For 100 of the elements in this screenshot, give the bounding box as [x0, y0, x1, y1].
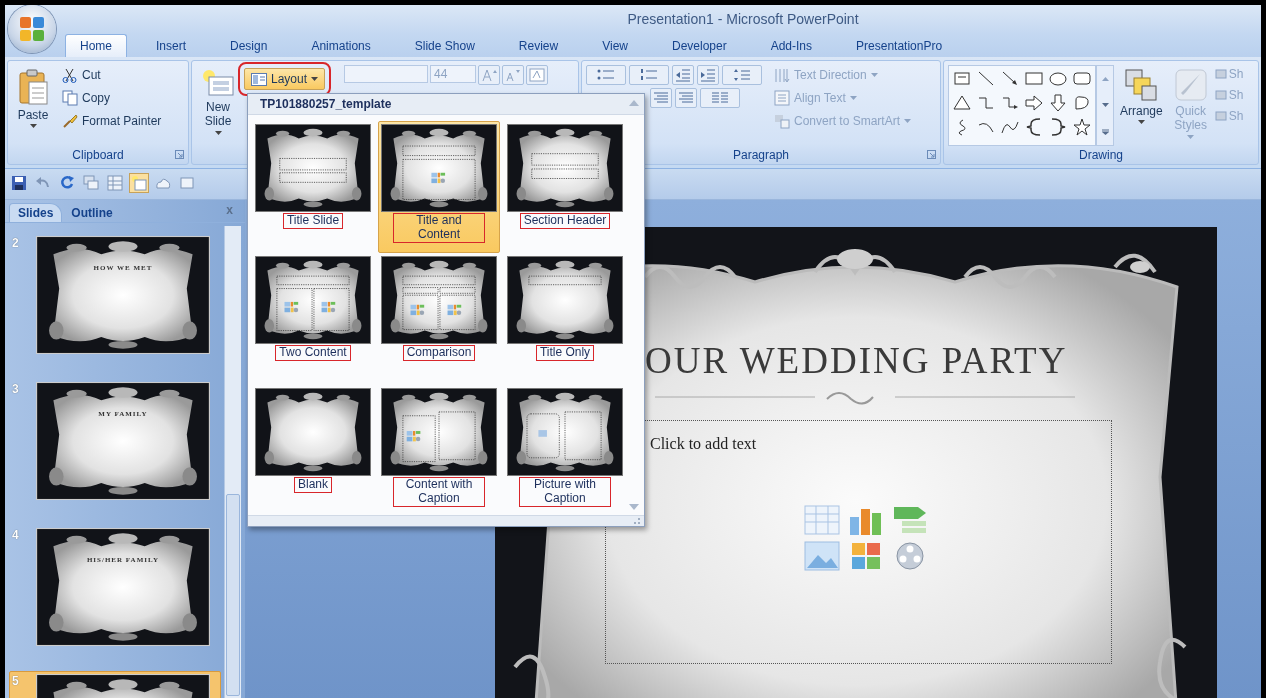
ribbon-tab[interactable]: Developer [656, 34, 742, 57]
scroll-down-icon [629, 504, 639, 510]
caret-icon [1187, 134, 1195, 139]
shape-icon [1001, 70, 1019, 88]
toolbar-button[interactable] [105, 173, 125, 193]
ribbon-tab[interactable]: Design [215, 34, 283, 57]
slide-number: 5 [12, 674, 20, 688]
shrink-font-icon [505, 68, 521, 82]
paintbrush-icon [62, 113, 78, 129]
numbering-button[interactable] [629, 65, 669, 85]
increase-indent-button[interactable] [697, 65, 719, 85]
indent-icon [700, 68, 716, 82]
slide-thumbnail[interactable] [36, 236, 210, 354]
clear-formatting-button[interactable] [526, 65, 548, 85]
shape-icon [1049, 94, 1067, 112]
layout-option[interactable]: Title Slide [252, 121, 374, 253]
caret-icon [214, 130, 222, 135]
brush-icon [1173, 68, 1208, 102]
grow-font-icon [481, 68, 497, 82]
scroll-up-icon [629, 100, 639, 106]
save-button[interactable] [9, 173, 29, 193]
shape-icon [1001, 94, 1019, 112]
insert-smartart-icon[interactable] [892, 505, 928, 535]
slide-thumbnail[interactable] [36, 528, 210, 646]
line-spacing-icon [733, 68, 751, 82]
shape-icon [1025, 70, 1043, 88]
office-button[interactable] [8, 5, 56, 53]
pane-tab[interactable]: Outline [62, 203, 122, 222]
new-slide-icon [131, 175, 147, 191]
cut-button[interactable]: Cut [58, 65, 166, 85]
up-arrow-icon [1101, 77, 1109, 82]
copy-icon [62, 90, 78, 106]
align-right-button[interactable] [650, 88, 672, 108]
insert-picture-icon[interactable] [804, 541, 840, 571]
down-arrow-icon [1101, 103, 1109, 108]
new-slide-icon [201, 68, 235, 98]
caret-icon [1137, 120, 1145, 125]
arrange-button[interactable]: Arrange [1115, 65, 1168, 146]
slide-number: 2 [12, 236, 20, 250]
toolbar-button[interactable] [81, 173, 101, 193]
clipboard-icon [17, 68, 49, 106]
resize-grip-icon [633, 517, 641, 525]
layout-icon [251, 72, 267, 86]
layout-gallery-menu[interactable]: TP101880257_template Title Slide Title and Content Section Header Two Content Comparison Title Only Blank Content with Caption Picture with Caption [247, 93, 645, 527]
layout-option[interactable]: Title Only [504, 253, 626, 385]
ribbon-tab[interactable]: View [587, 34, 643, 57]
decrease-indent-button[interactable] [672, 65, 694, 85]
caret-icon [870, 73, 878, 77]
slide-title[interactable]: OUR WEDDING PARTY [645, 339, 1068, 382]
ribbon-tab[interactable]: Slide Show [399, 34, 490, 57]
slide-number: 3 [12, 382, 20, 396]
justify-button[interactable] [675, 88, 697, 108]
layout-option[interactable]: Blank [252, 385, 374, 517]
caret-icon [311, 77, 319, 81]
layout-option[interactable]: Two Content [252, 253, 374, 385]
layout-option[interactable]: Title and Content [378, 121, 500, 253]
insert-table-icon[interactable] [804, 505, 840, 535]
line-spacing-button[interactable] [722, 65, 762, 85]
shape-icon [953, 70, 971, 88]
copy-button[interactable]: Copy [58, 88, 166, 108]
shape-icon [977, 70, 995, 88]
align-icon [678, 91, 694, 105]
ribbon-tab[interactable]: Home [65, 34, 127, 57]
shrink-font-button[interactable] [502, 65, 524, 85]
shape-icon [977, 94, 995, 112]
shape-icon [1049, 70, 1067, 88]
columns-button[interactable] [700, 88, 740, 108]
dialog-launcher-icon [175, 150, 184, 159]
scrollbar[interactable] [224, 226, 241, 698]
shape-icon [1025, 118, 1043, 136]
bullets-button[interactable] [586, 65, 626, 85]
caret-icon [849, 96, 857, 100]
new-slide-button[interactable]: New Slide [196, 65, 240, 146]
ribbon-tab[interactable]: Insert [141, 34, 202, 57]
align-text-icon [774, 90, 790, 106]
ribbon-tab[interactable]: Review [503, 34, 574, 57]
shape-icon [1025, 94, 1043, 112]
format-painter-button[interactable]: Format Painter [58, 111, 166, 131]
slide-thumbnail[interactable] [36, 382, 210, 500]
font-name-field[interactable] [344, 65, 428, 83]
placeholder-text: Click to add text [650, 435, 757, 453]
office-logo-icon [19, 16, 45, 42]
slide-number: 4 [12, 528, 20, 542]
dialog-launcher-icon [927, 150, 936, 159]
more-icon [1101, 128, 1109, 135]
group-label: Drawing [1079, 148, 1123, 162]
slides-icon [83, 175, 99, 191]
text-direction-icon [774, 67, 790, 83]
indent-icon [675, 68, 691, 82]
grow-font-button[interactable] [478, 65, 500, 85]
ribbon-tab[interactable]: Add-Ins [755, 34, 828, 57]
columns-icon [711, 91, 729, 105]
ribbon-tab[interactable]: Animations [296, 34, 386, 57]
shape-icon [1049, 118, 1067, 136]
new-slide-toolbar-button[interactable] [129, 173, 149, 193]
ribbon-tab[interactable]: PresentationPro [841, 34, 958, 57]
paste-button[interactable]: Paste [12, 65, 54, 146]
rectangle-icon [179, 175, 195, 191]
group-label: Paragraph [732, 148, 789, 162]
pane-tab[interactable]: Slides [9, 203, 63, 222]
